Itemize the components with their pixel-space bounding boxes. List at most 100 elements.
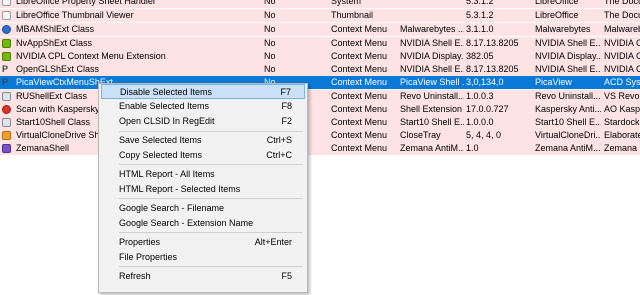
menu-separator: [119, 198, 303, 199]
cell-disabled: No: [264, 64, 276, 74]
menu-item-label: Open CLSID In RegEdit: [119, 116, 215, 126]
extension-icon: [2, 142, 14, 155]
menu-item-label: File Properties: [119, 252, 178, 262]
blue-icon: [2, 25, 11, 34]
cell-product: Revo Uninstall...: [535, 91, 601, 101]
menu-item-disable[interactable]: Disable Selected Items F7: [101, 84, 305, 99]
cell-name: NVIDIA CPL Context Menu Extension: [16, 51, 166, 61]
cell-company: Zemana Lt: [604, 143, 640, 153]
cell-company: Stardock S: [604, 117, 640, 127]
cell-product: Kaspersky Anti...: [535, 104, 601, 114]
cell-type: Context Menu: [331, 51, 388, 61]
menu-item-properties[interactable]: Properties Alt+Enter: [101, 235, 305, 250]
table-row[interactable]: LibreOffice Thumbnail Viewer No Thumbnail 5…: [0, 9, 640, 22]
cell-type: Context Menu: [331, 117, 388, 127]
menu-item-file-properties[interactable]: File Properties: [101, 250, 305, 265]
table-row[interactable]: RUShellExt ClassNoContext MenuRevo Unins…: [0, 90, 640, 103]
menu-item-shortcut: F8: [281, 101, 292, 111]
cell-company: The Docum: [604, 10, 640, 20]
menu-item-label: Enable Selected Items: [119, 101, 210, 111]
shell-extensions-list[interactable]: LibreOffice Property Sheet Handler No Syst…: [0, 0, 640, 295]
menu-item-google-extension[interactable]: Google Search - Extension Name: [101, 216, 305, 231]
cell-version: 382.05: [466, 51, 494, 61]
cell-company: The Docum: [604, 0, 640, 6]
menu-separator: [119, 164, 303, 165]
cell-name: LibreOffice Thumbnail Viewer: [16, 10, 134, 20]
extension-icon: [2, 9, 14, 22]
cell-company: VS Revo Gr: [604, 91, 640, 101]
cell-desc: NVIDIA Display...: [400, 51, 464, 61]
gray-icon: [2, 118, 11, 127]
cell-company: ACD System: [604, 77, 640, 87]
menu-separator: [119, 131, 303, 132]
table-row[interactable]: NvAppShExt Class No Context Menu NVIDIA She…: [0, 37, 640, 50]
menu-item-label: HTML Report - All Items: [119, 169, 215, 179]
cell-desc: Start10 Shell E...: [400, 117, 464, 127]
cell-desc: [400, 0, 464, 8]
cell-disabled: No: [264, 38, 276, 48]
cell-version: 8.17.13.8205: [466, 64, 519, 74]
extension-icon: [2, 0, 14, 8]
menu-item-shortcut: Alt+Enter: [254, 237, 292, 247]
table-row[interactable]: P OpenGLShExt Class No Context Menu NVIDIA S…: [0, 63, 640, 76]
menu-item-label: HTML Report - Selected Items: [119, 184, 241, 194]
doc-icon: [2, 11, 11, 20]
p-icon: P: [2, 77, 9, 87]
table-row[interactable]: LibreOffice Property Sheet Handler No Syst…: [0, 0, 640, 8]
cell-company: Elaborate E: [604, 130, 640, 140]
menu-item-google-filename[interactable]: Google Search - Filename: [101, 201, 305, 216]
menu-item-refresh[interactable]: Refresh F5: [101, 269, 305, 284]
menu-item-label: Properties: [119, 237, 161, 247]
table-row[interactable]: P PicaViewCtxMenuShExt No Context Menu PicaV…: [0, 76, 640, 89]
menu-item-label: Google Search - Extension Name: [119, 218, 254, 228]
context-menu: Disable Selected Items F7 Enable Selected …: [98, 83, 308, 293]
cell-version: 17.0.0.727: [466, 104, 509, 114]
table-row[interactable]: VirtualCloneDrive ShelNoContext MenuClos…: [0, 129, 640, 142]
p-icon: P: [2, 64, 9, 74]
extension-icon: [2, 50, 14, 63]
table-row[interactable]: ZemanaShellNoContext MenuZemana AntiM...…: [0, 142, 640, 155]
table-row[interactable]: Start10Shell ClassNoContext MenuStart10 …: [0, 116, 640, 129]
menu-item-shortcut: F5: [281, 271, 292, 281]
cell-product: Malwarebytes: [535, 24, 591, 34]
cell-desc: [400, 9, 464, 22]
cell-disabled: No: [264, 0, 276, 6]
menu-separator: [119, 232, 303, 233]
extension-icon: P: [2, 76, 14, 89]
table-row[interactable]: Scan with Kaspersky ANoContext MenuShell…: [0, 103, 640, 116]
cell-name: NvAppShExt Class: [16, 38, 93, 48]
menu-item-label: Save Selected Items: [119, 135, 202, 145]
menu-item-html-selected[interactable]: HTML Report - Selected Items: [101, 182, 305, 197]
menu-item-html-all[interactable]: HTML Report - All Items: [101, 167, 305, 182]
cell-product: Zemana AntiM...: [535, 143, 601, 153]
cell-name: LibreOffice Property Sheet Handler: [16, 0, 156, 6]
cell-type: Thumbnail: [331, 10, 374, 20]
cell-version: 1.0: [466, 143, 479, 153]
cell-version: 5, 4, 4, 0: [466, 130, 502, 140]
cell-version: 8.17.13.8205: [466, 38, 519, 48]
menu-item-open-clsid[interactable]: Open CLSID In RegEdit F2: [101, 114, 305, 129]
cell-version: 1.0.0.0: [466, 117, 494, 127]
cell-company: NVIDIA Cor: [604, 64, 640, 74]
menu-separator: [119, 266, 303, 267]
cell-product: VirtualCloneDri...: [535, 130, 601, 140]
cell-desc: Shell Extension: [400, 104, 463, 114]
menu-item-label: Refresh: [119, 271, 151, 281]
green-icon: [2, 39, 11, 48]
cell-disabled: No: [264, 51, 276, 61]
menu-item-copy[interactable]: Copy Selected Items Ctrl+C: [101, 148, 305, 163]
cell-product: NVIDIA Shell E...: [535, 64, 601, 74]
cell-type: Context Menu: [331, 24, 388, 34]
cell-type: Context Menu: [331, 64, 388, 74]
menu-item-save[interactable]: Save Selected Items Ctrl+S: [101, 133, 305, 148]
extension-icon: [2, 116, 14, 129]
cell-desc: PicaView Shell ...: [400, 77, 464, 87]
cell-type: Context Menu: [331, 38, 388, 48]
cell-company: NVIDIA Cor: [604, 38, 640, 48]
table-row[interactable]: MBAMShlExt Class No Context Menu Malwarebyt…: [0, 23, 640, 36]
table-row[interactable]: NVIDIA CPL Context Menu Extension No Conte…: [0, 50, 640, 63]
cell-product: PicaView: [535, 77, 572, 87]
cell-type: Context Menu: [331, 130, 388, 140]
cell-disabled: No: [264, 24, 276, 34]
menu-item-enable[interactable]: Enable Selected Items F8: [101, 99, 305, 114]
